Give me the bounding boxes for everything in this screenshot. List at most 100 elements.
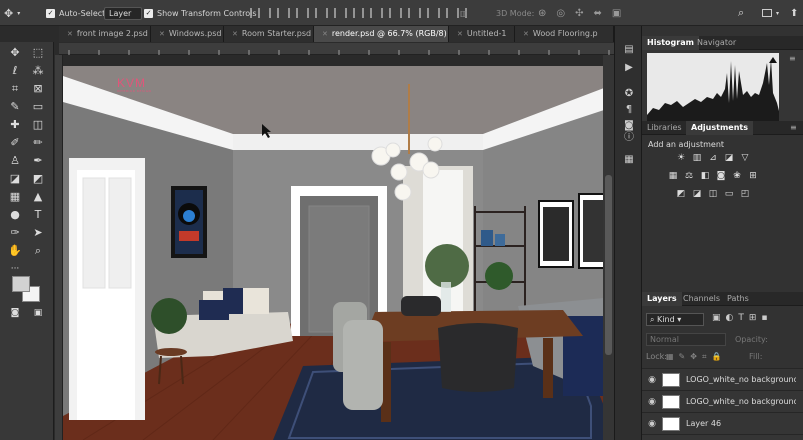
crop-icon[interactable]: ⌗: [4, 80, 26, 98]
history-brush-icon[interactable]: ✒: [27, 152, 49, 170]
align-right-icon[interactable]: [345, 8, 355, 18]
magic-wand-icon[interactable]: ⁂: [27, 62, 49, 80]
lasso-icon[interactable]: ℓ: [4, 62, 26, 80]
close-icon[interactable]: ✕: [232, 30, 238, 38]
tab-channels[interactable]: Channels: [678, 292, 725, 306]
selective-color-icon[interactable]: ◰: [740, 189, 750, 199]
canvas-vertical-scrollbar[interactable]: [603, 55, 614, 440]
adjustments-menu-icon[interactable]: ≡: [790, 123, 797, 132]
gradient-icon[interactable]: ▦: [4, 188, 26, 206]
scroll-thumb[interactable]: [605, 175, 612, 355]
pencil-icon[interactable]: ✏: [27, 134, 49, 152]
lock-icons[interactable]: ▦✎✥⌗🔒: [666, 352, 726, 362]
workspace-icon[interactable]: ▾: [762, 0, 779, 26]
exposure-icon[interactable]: ◪: [724, 153, 734, 163]
close-icon[interactable]: ✕: [457, 30, 463, 38]
healing-icon[interactable]: ✚: [4, 116, 26, 134]
eye-icon[interactable]: ◉: [642, 397, 662, 407]
close-icon[interactable]: ✕: [159, 30, 165, 38]
history-icon[interactable]: ▤: [621, 42, 637, 58]
screen-mode-icon[interactable]: ▣: [27, 304, 49, 322]
blend-mode-dropdown[interactable]: Normal: [646, 333, 726, 346]
align-hcenter-icon[interactable]: [326, 8, 336, 18]
path-select-icon[interactable]: ➤: [27, 224, 49, 242]
stamp-icon[interactable]: ♙: [4, 152, 26, 170]
align-buttons[interactable]: [250, 0, 355, 26]
type-icon[interactable]: T: [27, 206, 49, 224]
ruler-icon[interactable]: ▭: [27, 98, 49, 116]
3d-slide-icon[interactable]: ⬌: [594, 8, 602, 19]
layer-filter-dropdown[interactable]: ⌕ Kind ▾: [646, 313, 704, 326]
search-icon[interactable]: ⌕: [738, 0, 744, 26]
tab-render[interactable]: ✕ render.psd @ 66.7% (RGB/8) *: [314, 26, 449, 42]
tab-libraries[interactable]: Libraries: [642, 121, 687, 135]
invert-icon[interactable]: ◩: [676, 189, 686, 199]
black-white-icon[interactable]: ◧: [700, 171, 710, 181]
align-vcenter-icon[interactable]: [269, 8, 279, 18]
document-canvas[interactable]: KVM INTERIOR DESIGN: [63, 66, 604, 440]
curves-icon[interactable]: ⊿: [708, 153, 718, 163]
eyedropper-icon[interactable]: ✎: [4, 98, 26, 116]
align-left-icon[interactable]: [307, 8, 317, 18]
3d-pan-icon[interactable]: ✣: [575, 8, 583, 19]
gradient-map-icon[interactable]: ▭: [724, 189, 734, 199]
background-eraser-icon[interactable]: ◩: [27, 170, 49, 188]
hue-saturation-icon[interactable]: ▦: [668, 171, 678, 181]
share-icon[interactable]: ⬆: [790, 0, 798, 26]
levels-icon[interactable]: ▥: [692, 153, 702, 163]
color-balance-icon[interactable]: ⚖: [684, 171, 694, 181]
eye-icon[interactable]: ◉: [642, 375, 662, 385]
pen-icon[interactable]: ✑: [4, 224, 26, 242]
3d-scale-icon[interactable]: ▣: [612, 8, 621, 19]
marquee-icon[interactable]: ⬚: [27, 44, 49, 62]
layer-row[interactable]: ◉ LOGO_white_no background...: [642, 368, 803, 390]
close-icon[interactable]: ✕: [322, 30, 328, 38]
histogram-menu-icon[interactable]: ≡: [789, 54, 796, 63]
blur-icon[interactable]: ▲: [27, 188, 49, 206]
brush-icon[interactable]: ✐: [4, 134, 26, 152]
frame-icon[interactable]: ⊠: [27, 80, 49, 98]
move-icon[interactable]: ✥: [4, 44, 26, 62]
vibrance-icon[interactable]: ▽: [740, 153, 750, 163]
tab-adjustments[interactable]: Adjustments: [686, 121, 753, 135]
show-transform-checkbox[interactable]: ✓ Show Transform Controls: [144, 0, 257, 26]
channel-mixer-icon[interactable]: ❀: [732, 171, 742, 181]
threshold-icon[interactable]: ◫: [708, 189, 718, 199]
distribute-top-icon[interactable]: [362, 8, 372, 18]
foreground-color-swatch[interactable]: [12, 276, 30, 292]
dodge-icon[interactable]: ●: [4, 206, 26, 224]
3d-orbit-icon[interactable]: ⊛: [538, 8, 546, 19]
3d-tools[interactable]: ⊛ ◎ ✣ ⬌ ▣: [538, 0, 621, 26]
tab-room-starter[interactable]: ✕ Room Starter.psd: [224, 26, 314, 42]
move-tool-preset[interactable]: ✥ ▾: [4, 0, 20, 26]
layer-filter-icons[interactable]: ▣◐T⊞▪: [712, 313, 773, 323]
tab-untitled[interactable]: ✕ Untitled-1: [449, 26, 515, 42]
info-icon[interactable]: ⓘ: [621, 130, 637, 146]
auto-align-icon[interactable]: ▥: [460, 0, 468, 26]
align-top-icon[interactable]: [250, 8, 260, 18]
tab-navigator[interactable]: Navigator: [692, 36, 741, 50]
quick-mask-icon[interactable]: ◙: [4, 304, 26, 322]
posterize-icon[interactable]: ◪: [692, 189, 702, 199]
3d-roll-icon[interactable]: ◎: [556, 8, 565, 19]
tab-windows[interactable]: ✕ Windows.psd: [151, 26, 224, 42]
photo-filter-icon[interactable]: ◙: [716, 171, 726, 181]
tab-histogram[interactable]: Histogram: [642, 36, 699, 50]
hand-icon[interactable]: ✋: [4, 242, 26, 260]
character-icon[interactable]: ✪: [621, 86, 637, 102]
distribute-buttons[interactable]: [362, 0, 467, 26]
layer-row[interactable]: ◉ LOGO_white_no background...: [642, 390, 803, 412]
tab-paths[interactable]: Paths: [722, 292, 754, 306]
eye-icon[interactable]: ◉: [642, 419, 662, 429]
actions-play-icon[interactable]: ▶: [621, 60, 637, 76]
distribute-bottom-icon[interactable]: [400, 8, 410, 18]
eraser-icon[interactable]: ◪: [4, 170, 26, 188]
distribute-hcenter-icon[interactable]: [438, 8, 448, 18]
tab-layers[interactable]: Layers: [642, 292, 682, 306]
color-lookup-icon[interactable]: ⊞: [748, 171, 758, 181]
tab-front-image[interactable]: ✕ front image 2.psd: [59, 26, 151, 42]
close-icon[interactable]: ✕: [523, 30, 529, 38]
patch-icon[interactable]: ◫: [27, 116, 49, 134]
auto-select-checkbox[interactable]: ✓ Auto-Select:: [46, 0, 108, 26]
close-icon[interactable]: ✕: [67, 30, 73, 38]
